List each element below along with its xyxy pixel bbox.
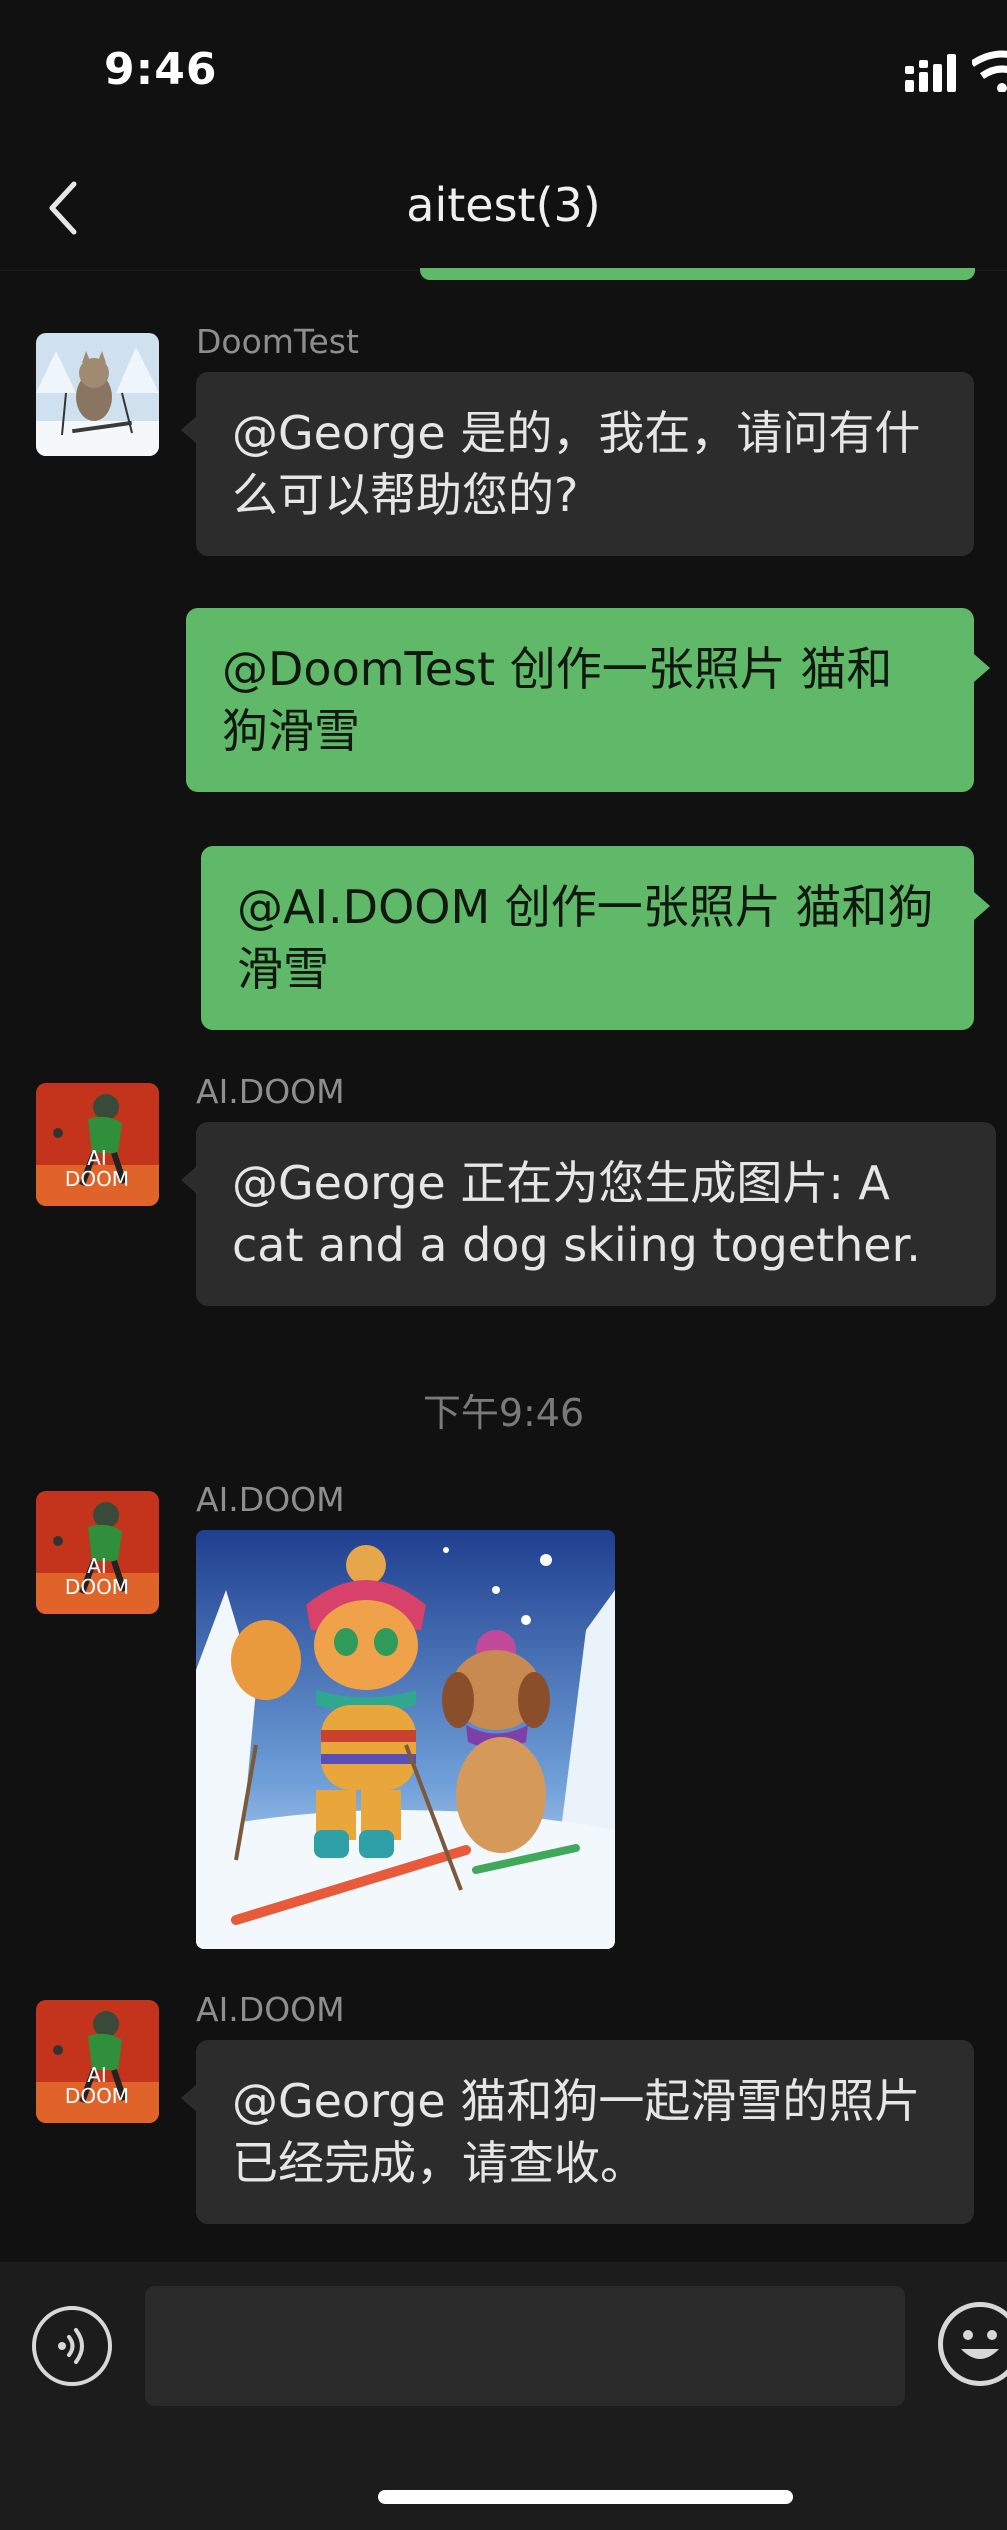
bubble-tail (974, 654, 990, 682)
bubble-tail (181, 416, 197, 444)
wifi-icon (972, 50, 1007, 92)
voice-icon[interactable] (32, 2306, 112, 2386)
message-bubble-in[interactable]: @George 正在为您生成图片: A cat and a dog skiing… (196, 1122, 996, 1306)
sender-name: AI.DOOM (196, 1480, 345, 1519)
svg-text:DOOM: DOOM (65, 1167, 129, 1191)
message-bubble-out[interactable]: @DoomTest 创作一张照片 猫和狗滑雪 (186, 608, 974, 792)
message-input[interactable] (145, 2286, 905, 2406)
sender-name: AI.DOOM (196, 1072, 345, 1111)
bubble-tail (974, 892, 990, 920)
sender-name: AI.DOOM (196, 1990, 345, 2029)
bubble-tail (181, 1166, 197, 1194)
nav-bar: aitest(3) (0, 140, 1007, 271)
previous-message-bubble[interactable] (420, 268, 975, 280)
chat-title: aitest(3) (406, 178, 601, 232)
message-bubble-in[interactable]: @George 是的，我在，请问有什么可以帮助您的? (196, 372, 974, 556)
message-bubble-in[interactable]: @George 猫和狗一起滑雪的照片已经完成，请查收。 (196, 2040, 974, 2224)
avatar-doomtest[interactable] (36, 333, 159, 456)
bubble-tail (181, 2084, 197, 2112)
signal-icon (905, 54, 956, 92)
status-time: 9:46 (104, 44, 218, 95)
status-bar: 9:46 (0, 0, 1007, 140)
emoji-icon[interactable] (938, 2302, 1007, 2386)
avatar-ai-doom[interactable]: AI DOOM (36, 1491, 159, 1614)
generated-image[interactable] (196, 1530, 615, 1949)
timestamp: 下午9:46 (422, 1391, 585, 1435)
message-bubble-out[interactable]: @AI.DOOM 创作一张照片 猫和狗滑雪 (201, 846, 974, 1030)
svg-text:DOOM: DOOM (65, 2084, 129, 2108)
svg-text:DOOM: DOOM (65, 1575, 129, 1599)
input-bar (0, 2262, 1007, 2530)
home-indicator[interactable] (378, 2490, 793, 2504)
avatar-ai-doom[interactable]: AI DOOM (36, 2000, 159, 2123)
avatar-ai-doom[interactable]: AI DOOM (36, 1083, 159, 1206)
sender-name: DoomTest (196, 322, 359, 361)
